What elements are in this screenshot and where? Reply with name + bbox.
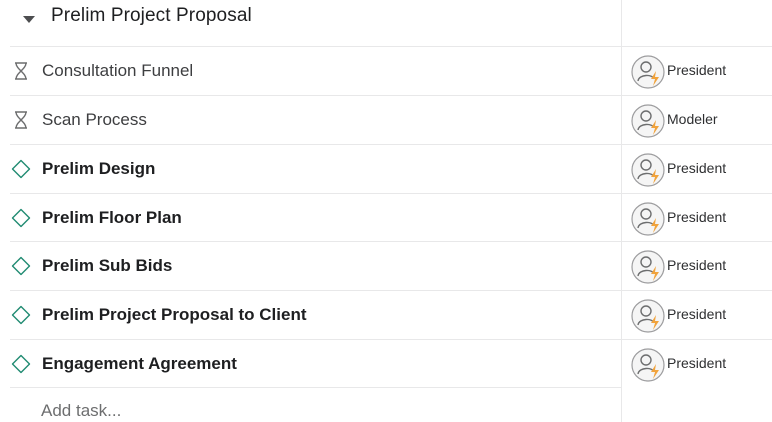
task-row[interactable]: Scan Process Modeler	[10, 95, 772, 144]
assignee-role: President	[667, 62, 727, 78]
assignee-role: Modeler	[667, 111, 718, 127]
assignee-cell[interactable]: President	[631, 242, 772, 290]
task-name[interactable]: Consultation Funnel	[42, 61, 193, 81]
assignee-cell[interactable]: President	[631, 47, 772, 95]
task-name[interactable]: Prelim Sub Bids	[42, 256, 172, 276]
assignee-cell[interactable]: President	[631, 194, 772, 242]
task-name[interactable]: Prelim Design	[42, 159, 155, 179]
add-task-input[interactable]: Add task...	[41, 401, 121, 421]
hourglass-icon[interactable]	[11, 110, 31, 130]
assignee-role: President	[667, 160, 727, 176]
section-header: Prelim Project Proposal	[0, 0, 621, 46]
assignee-role: President	[667, 306, 727, 322]
placeholder-user-lightning-icon[interactable]	[631, 202, 665, 236]
task-row[interactable]: Prelim Floor Plan President	[10, 193, 772, 242]
task-list-section: Prelim Project Proposal Consultation Fun…	[0, 0, 772, 422]
assignee-role: President	[667, 355, 727, 371]
assignee-role: President	[667, 257, 727, 273]
task-name[interactable]: Engagement Agreement	[42, 354, 237, 374]
placeholder-user-lightning-icon[interactable]	[631, 299, 665, 333]
task-name[interactable]: Prelim Floor Plan	[42, 208, 182, 228]
placeholder-user-lightning-icon[interactable]	[631, 250, 665, 284]
task-row[interactable]: Engagement Agreement President	[10, 339, 772, 388]
placeholder-user-lightning-icon[interactable]	[631, 153, 665, 187]
diamond-icon[interactable]	[11, 159, 31, 179]
task-name[interactable]: Prelim Project Proposal to Client	[42, 305, 307, 325]
task-name[interactable]: Scan Process	[42, 110, 147, 130]
diamond-icon[interactable]	[11, 354, 31, 374]
diamond-icon[interactable]	[11, 305, 31, 325]
assignee-cell[interactable]: Modeler	[631, 96, 772, 144]
add-task-row[interactable]: Add task...	[10, 387, 621, 422]
placeholder-user-lightning-icon[interactable]	[631, 55, 665, 89]
assignee-cell[interactable]: President	[631, 145, 772, 193]
caret-down-icon[interactable]	[22, 12, 36, 26]
diamond-icon[interactable]	[11, 256, 31, 276]
diamond-icon[interactable]	[11, 208, 31, 228]
task-row[interactable]: Consultation Funnel President	[10, 46, 772, 95]
task-row[interactable]: Prelim Project Proposal to Client Presid…	[10, 290, 772, 339]
assignee-cell[interactable]: President	[631, 340, 772, 388]
section-title[interactable]: Prelim Project Proposal	[51, 5, 252, 27]
task-row[interactable]: Prelim Sub Bids President	[10, 241, 772, 290]
assignee-role: President	[667, 209, 727, 225]
placeholder-user-lightning-icon[interactable]	[631, 104, 665, 138]
task-row[interactable]: Prelim Design President	[10, 144, 772, 193]
placeholder-user-lightning-icon[interactable]	[631, 348, 665, 382]
assignee-cell[interactable]: President	[631, 291, 772, 339]
hourglass-icon[interactable]	[11, 61, 31, 81]
